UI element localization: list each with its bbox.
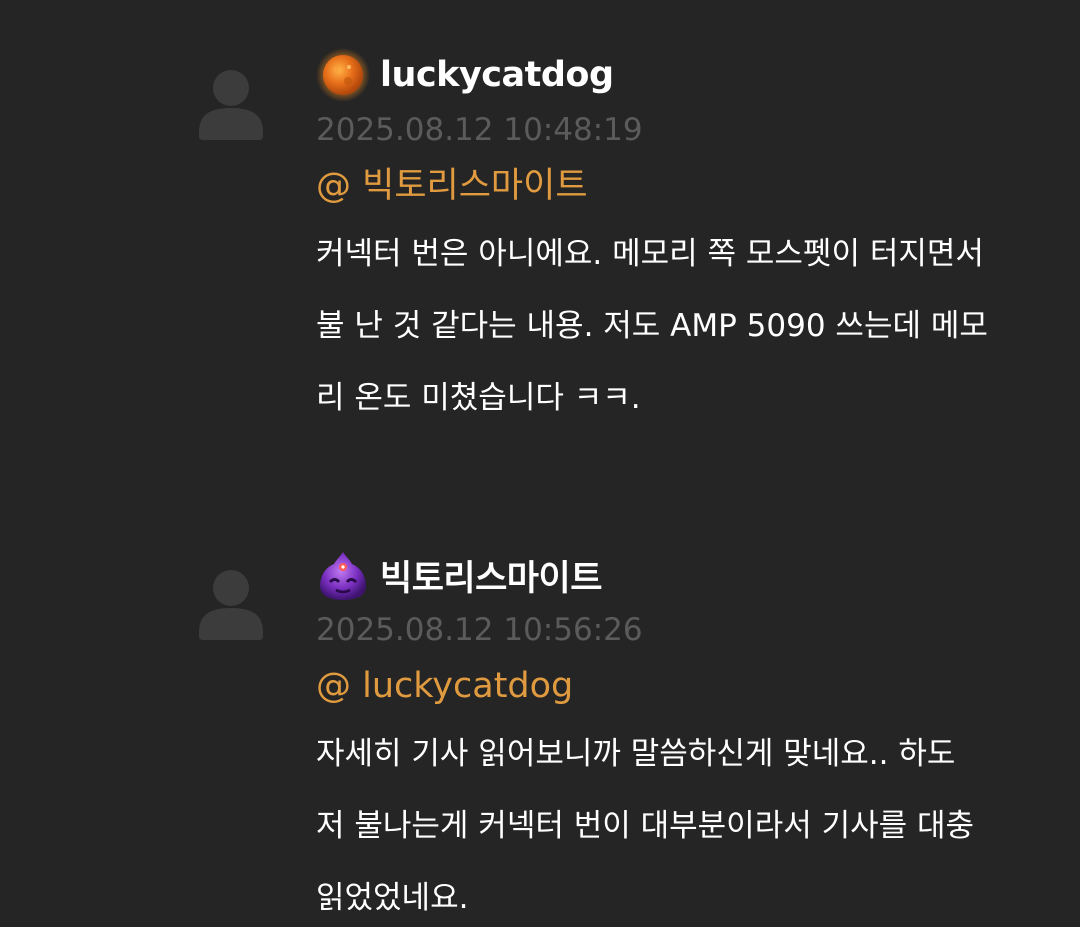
author-row: 빅토리스마이트 [316,548,1056,602]
comment-body: 빅토리스마이트 2025.08.12 10:56:26 @ luckycatdo… [316,548,1056,927]
comment-text-line: 저 불나는게 커넥터 번이 대부분이라서 기사를 대충 [316,808,975,844]
reply-mention[interactable]: @ 빅토리스마이트 [316,162,1056,210]
comment-text: 커넥터 번은 아니에요. 메모리 쪽 모스펫이 터지면서 불 난 것 같다는 내… [316,218,1056,434]
sun-badge-icon [316,48,370,102]
user-placeholder-icon[interactable] [197,568,265,642]
reply-mention[interactable]: @ luckycatdog [316,662,1056,710]
comment-text-line: 리 온도 미쳤습니다 ㅋㅋ. [316,380,641,416]
comment-text-line: 읽었었네요. [316,880,469,916]
comment-timestamp: 2025.08.12 10:48:19 [316,112,643,148]
comment-thread: luckycatdog 2025.08.12 10:48:19 @ 빅토리스마이… [0,0,1080,927]
author-row: luckycatdog [316,48,1056,102]
purple-slime-badge-icon [316,548,370,602]
author-name[interactable]: luckycatdog [380,55,614,95]
comment-text-line: 자세히 기사 읽어보니까 말씀하신게 맞네요.. 하도 [316,736,956,772]
comment-text: 자세히 기사 읽어보니까 말씀하신게 맞네요.. 하도 저 불나는게 커넥터 번… [316,718,1056,927]
comment-text-line: 커넥터 번은 아니에요. 메모리 쪽 모스펫이 터지면서 [316,236,984,272]
comment-body: luckycatdog 2025.08.12 10:48:19 @ 빅토리스마이… [316,48,1056,434]
comment-text-line: 불 난 것 같다는 내용. 저도 AMP 5090 쓰는데 메모 [316,308,988,344]
comment-timestamp: 2025.08.12 10:56:26 [316,612,643,648]
user-placeholder-icon[interactable] [197,68,265,142]
author-name[interactable]: 빅토리스마이트 [380,550,602,601]
